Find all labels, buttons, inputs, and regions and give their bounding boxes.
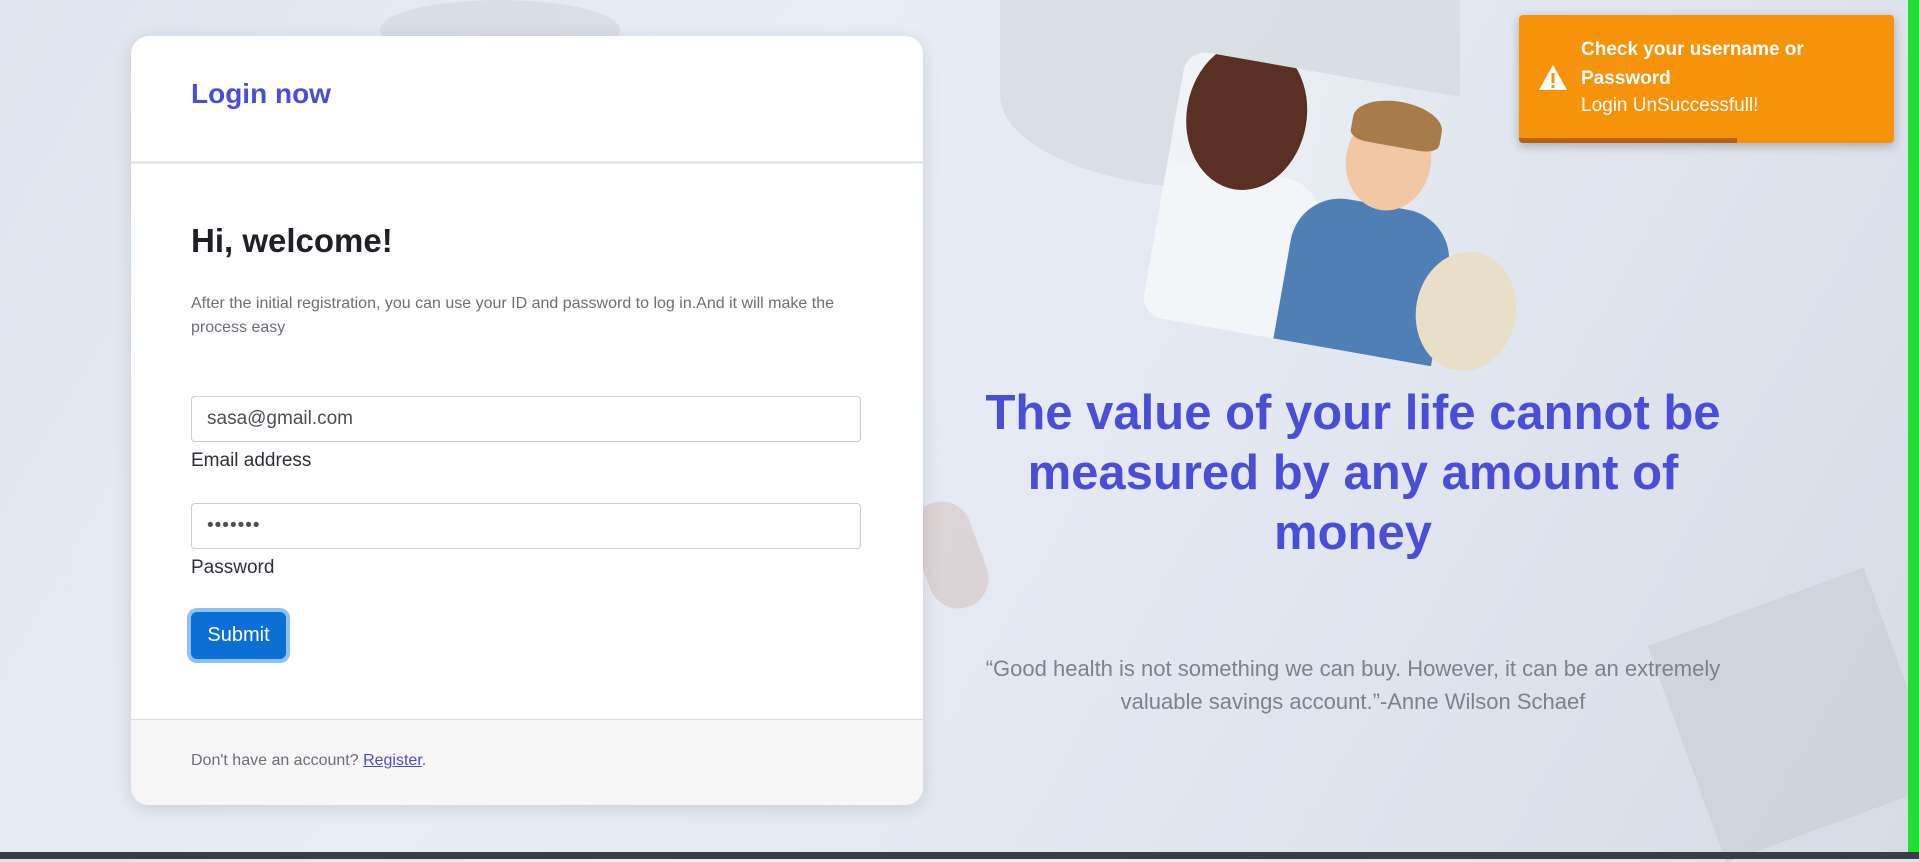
warning-icon <box>1539 65 1567 90</box>
error-toast[interactable]: Check your username or Password Login Un… <box>1519 15 1894 143</box>
window-edge <box>1908 0 1919 859</box>
login-title: Login now <box>191 78 331 109</box>
toast-message: Login UnSuccessfull! <box>1581 95 1759 116</box>
window-edge <box>0 852 1919 859</box>
hero-headline: The value of your life cannot be measure… <box>978 383 1728 563</box>
email-label: Email address <box>191 450 312 471</box>
register-prompt-period: . <box>421 752 427 769</box>
register-prompt-text: Don't have an account? <box>191 752 364 769</box>
toast-title: Check your username or Password <box>1581 39 1804 89</box>
doctor-child-photo <box>1140 49 1562 381</box>
login-card-header: Login now <box>131 36 923 164</box>
submit-button[interactable]: Submit <box>191 612 286 659</box>
hero-headline-line2: measured by any amount of money <box>1027 446 1679 560</box>
login-card-body: Hi, welcome! After the initial registrat… <box>131 164 923 720</box>
toast-progress-bar <box>1519 138 1737 143</box>
register-link[interactable]: Register <box>363 752 422 769</box>
login-card: Login now Hi, welcome! After the initial… <box>131 36 923 805</box>
register-prompt: Don't have an account? Register. <box>191 752 426 770</box>
hero-headline-line1: The value of your life cannot be <box>985 386 1721 440</box>
email-value: sasa@gmail.com <box>207 408 353 429</box>
intro-text: After the initial registration, you can … <box>191 295 834 336</box>
password-input[interactable]: ••••••• <box>191 503 861 549</box>
password-value: ••••••• <box>207 515 261 536</box>
hero-quote: “Good health is not something we can buy… <box>985 656 1721 714</box>
welcome-heading: Hi, welcome! <box>191 222 393 259</box>
email-input[interactable]: sasa@gmail.com <box>191 396 861 442</box>
password-label: Password <box>191 557 275 578</box>
login-card-footer: Don't have an account? Register. <box>131 719 923 805</box>
